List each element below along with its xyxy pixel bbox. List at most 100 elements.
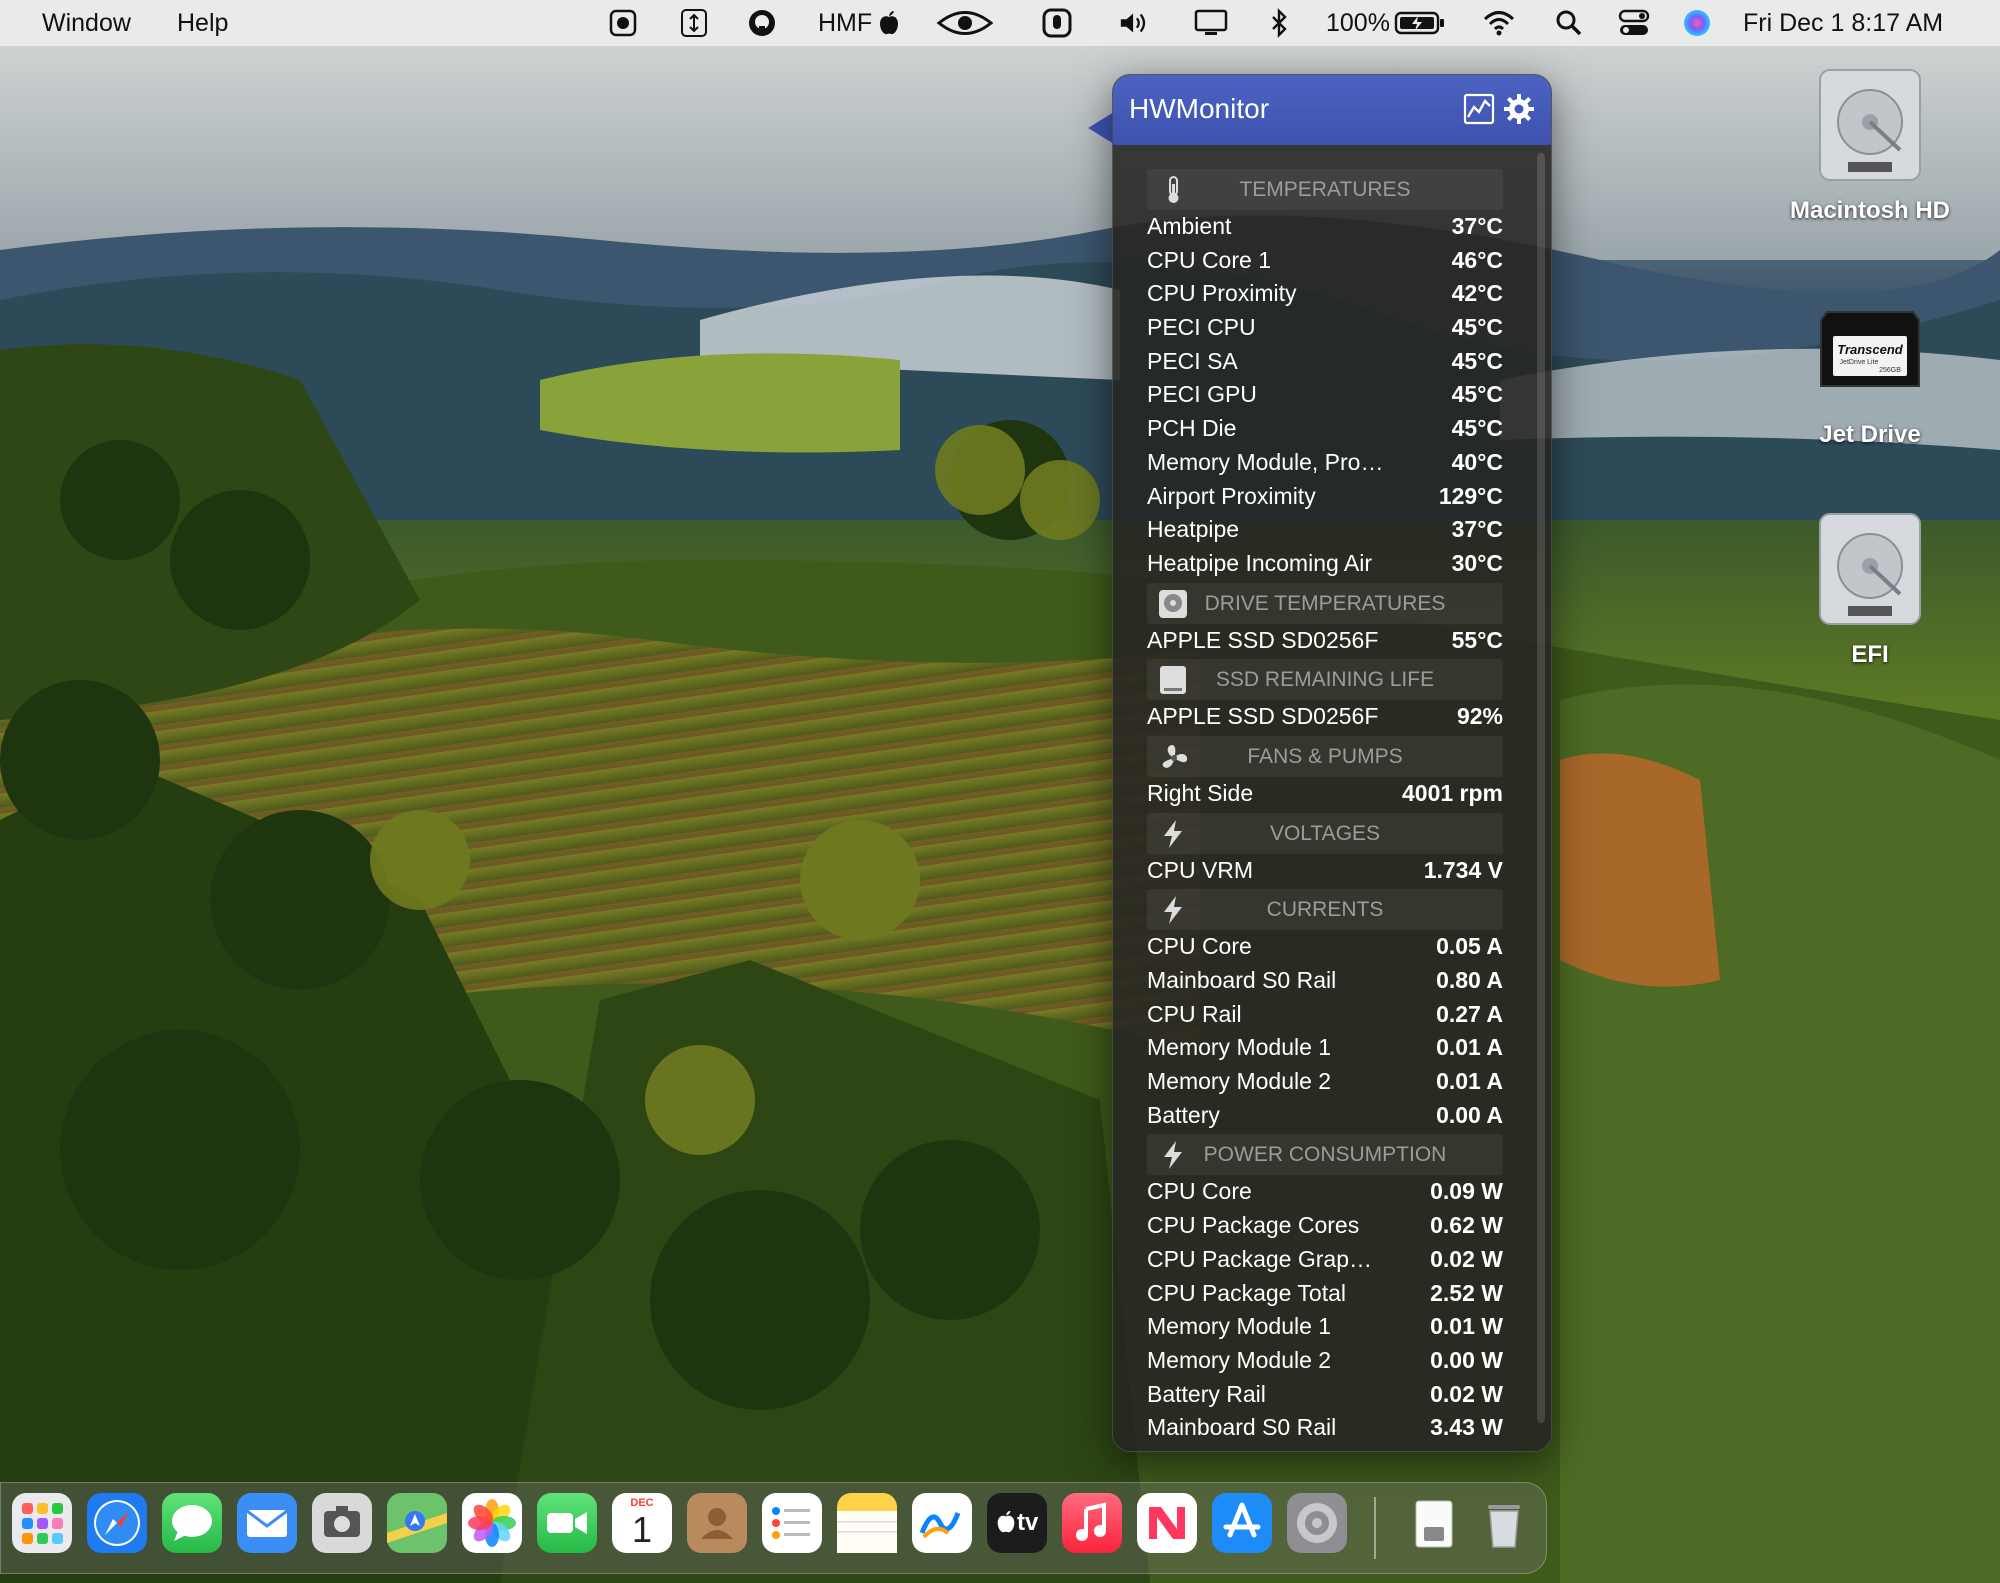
cpu-fan-status-icon[interactable]: [606, 7, 640, 39]
sensor-name: Memory Module 1: [1147, 1313, 1332, 1340]
sensor-row[interactable]: APPLE SSD SD0256F 92%: [1147, 700, 1503, 734]
sensor-row[interactable]: Airport Proximity 129°C: [1147, 480, 1503, 514]
gear-icon[interactable]: [1503, 93, 1535, 125]
facetime-icon[interactable]: [537, 1493, 597, 1553]
document-icon[interactable]: [1404, 1493, 1464, 1553]
sensor-row[interactable]: Memory Module 2 0.01 A: [1147, 1065, 1503, 1099]
wifi-icon[interactable]: [1482, 7, 1516, 39]
dock: DEC 1 tv: [0, 1482, 1547, 1574]
apple-icon[interactable]: [876, 7, 902, 39]
menu-help[interactable]: Help: [177, 9, 228, 38]
freeform-icon[interactable]: [912, 1493, 972, 1553]
bluetooth-icon[interactable]: [1262, 7, 1296, 39]
sensor-row[interactable]: Ambient 37°C: [1147, 210, 1503, 244]
news-icon[interactable]: [1137, 1493, 1197, 1553]
resize-icon[interactable]: [677, 7, 711, 39]
sensor-name: Battery: [1147, 1101, 1220, 1128]
desktop-icon-macintosh-hd[interactable]: Macintosh HD: [1760, 66, 1980, 225]
sensor-name: CPU Package Grap…: [1147, 1245, 1372, 1272]
sensor-value: 37°C: [1451, 213, 1503, 239]
sensor-value: 46°C: [1451, 246, 1503, 273]
sensor-row[interactable]: CPU Package Grap… 0.02 W: [1147, 1243, 1503, 1277]
hmf-label[interactable]: HMF: [818, 9, 872, 38]
battery-icon[interactable]: [1394, 7, 1446, 39]
sensor-row[interactable]: CPU Core 1 46°C: [1147, 244, 1503, 278]
sensor-row[interactable]: CPU Core 0.09 W: [1147, 1175, 1503, 1209]
calendar-icon[interactable]: DEC 1: [612, 1493, 672, 1553]
maps-icon[interactable]: [387, 1493, 447, 1553]
mail-icon[interactable]: [237, 1493, 297, 1553]
desktop-icon-label: EFI: [1851, 641, 1889, 668]
sensor-name: Memory Module 2: [1147, 1346, 1332, 1373]
sensor-name: CPU Package Cores: [1147, 1212, 1360, 1239]
search-icon[interactable]: [1552, 7, 1586, 39]
sensor-row[interactable]: CPU Package Total 2.52 W: [1147, 1277, 1503, 1311]
desktop-icon-efi[interactable]: EFI: [1760, 510, 1980, 669]
sensor-row[interactable]: Right Side 4001 rpm: [1147, 777, 1503, 811]
eye-icon[interactable]: [936, 7, 994, 39]
sensor-row[interactable]: PECI GPU 45°C: [1147, 378, 1503, 412]
sensor-row[interactable]: CPU Proximity 42°C: [1147, 277, 1503, 311]
sensor-row[interactable]: Memory Module 2 0.00 W: [1147, 1344, 1503, 1378]
sensor-row[interactable]: Heatpipe 37°C: [1147, 513, 1503, 547]
safari-icon[interactable]: [87, 1493, 147, 1553]
sensor-row[interactable]: PCH Die 45°C: [1147, 412, 1503, 446]
sensor-row[interactable]: Mainboard S0 Rail 0.80 A: [1147, 964, 1503, 998]
sensor-row[interactable]: Heatpipe Incoming Air 30°C: [1147, 547, 1503, 581]
reminders-icon[interactable]: [762, 1493, 822, 1553]
app-store-icon[interactable]: [1212, 1493, 1272, 1553]
sensor-name: Memory Module 1: [1147, 1034, 1332, 1061]
sensor-row[interactable]: APPLE SSD SD0256F 55°C: [1147, 624, 1503, 658]
sensor-row[interactable]: System Total 17.44 W: [1147, 1445, 1503, 1451]
menu-clock[interactable]: Fri Dec 1 8:17 AM: [1743, 9, 1943, 38]
contacts-icon[interactable]: [687, 1493, 747, 1553]
section-title: DRIVE TEMPERATURES: [1204, 591, 1446, 615]
sensor-row[interactable]: CPU Package Cores 0.62 W: [1147, 1209, 1503, 1243]
sensor-name: CPU Core: [1147, 933, 1252, 960]
github-icon[interactable]: [745, 7, 779, 39]
system-settings-icon[interactable]: [1287, 1493, 1347, 1553]
sensor-value: 37°C: [1451, 516, 1503, 543]
graph-icon[interactable]: [1463, 93, 1495, 125]
sensor-name: CPU Rail: [1147, 1000, 1242, 1027]
sensor-row[interactable]: CPU Rail 0.27 A: [1147, 998, 1503, 1032]
sensor-name: CPU Package Total: [1147, 1279, 1347, 1306]
sensor-value: 42°C: [1451, 280, 1503, 307]
menu-bar: Window Help HMF 100% Fri Dec 1 8:17 AM: [0, 0, 2000, 46]
display-icon[interactable]: [1194, 7, 1228, 39]
tv-icon[interactable]: tv: [987, 1493, 1047, 1553]
battery-percent[interactable]: 100%: [1326, 9, 1390, 38]
sensor-row[interactable]: PECI CPU 45°C: [1147, 311, 1503, 345]
sensor-value: 0.02 W: [1430, 1380, 1503, 1407]
menu-window[interactable]: Window: [42, 9, 131, 38]
vertical-scrollbar[interactable]: [1537, 153, 1545, 1423]
volume-icon[interactable]: [1118, 7, 1152, 39]
photos-icon[interactable]: [462, 1493, 522, 1553]
microphone-status-icon[interactable]: [1040, 7, 1074, 39]
sensor-row[interactable]: Battery 0.00 A: [1147, 1099, 1503, 1133]
section-header-fans-pumps: FANS & PUMPS: [1147, 735, 1503, 777]
messages-icon[interactable]: [162, 1493, 222, 1553]
desktop-icon-label: Jet Drive: [1819, 421, 1921, 448]
control-center-icon[interactable]: [1617, 7, 1651, 39]
desktop-wallpaper: [0, 0, 2000, 1583]
sensor-row[interactable]: Battery Rail 0.02 W: [1147, 1378, 1503, 1412]
siri-icon[interactable]: [1680, 7, 1714, 39]
sensor-value: 0.62 W: [1430, 1212, 1503, 1239]
trash-icon[interactable]: [1474, 1493, 1534, 1553]
sensor-row[interactable]: CPU VRM 1.734 V: [1147, 854, 1503, 888]
sensor-row[interactable]: Memory Module, Pro… 40°C: [1147, 446, 1503, 480]
section-header-power-consumption: POWER CONSUMPTION: [1147, 1134, 1503, 1176]
notes-icon[interactable]: [837, 1493, 897, 1553]
screenshot-icon[interactable]: [312, 1493, 372, 1553]
sensor-row[interactable]: PECI SA 45°C: [1147, 345, 1503, 379]
sensor-row[interactable]: Memory Module 1 0.01 W: [1147, 1310, 1503, 1344]
launchpad-icon[interactable]: [12, 1493, 72, 1553]
sensor-row[interactable]: Memory Module 1 0.01 A: [1147, 1031, 1503, 1065]
sensor-row[interactable]: Mainboard S0 Rail 3.43 W: [1147, 1411, 1503, 1445]
sensor-value: 45°C: [1451, 314, 1503, 341]
music-icon[interactable]: [1062, 1493, 1122, 1553]
sensor-row[interactable]: CPU Core 0.05 A: [1147, 930, 1503, 964]
sensor-name: CPU VRM: [1147, 856, 1254, 883]
desktop-icon-jet-drive[interactable]: Transcend JetDrive Lite 256GB Jet Drive: [1760, 308, 1980, 449]
